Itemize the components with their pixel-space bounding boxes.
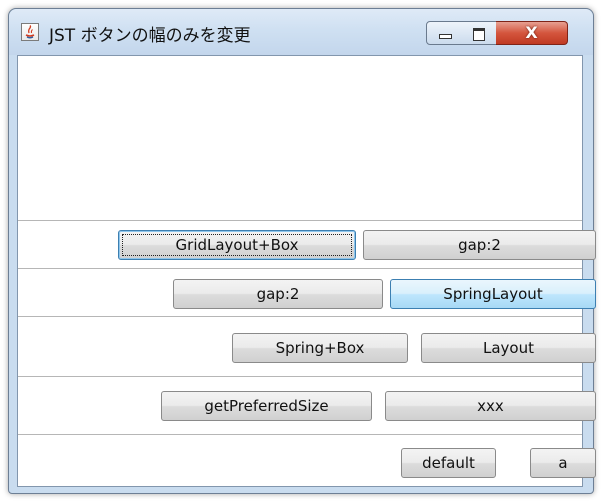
close-icon: X: [525, 23, 538, 42]
getpreferredsize-button[interactable]: getPreferredSize: [161, 391, 372, 421]
focus-indicator: [122, 234, 352, 256]
row-default: default a: [18, 434, 596, 487]
gap2-button[interactable]: gap:2: [363, 230, 596, 260]
springlayout-button[interactable]: SpringLayout: [390, 279, 596, 309]
content-pane: GridLayout+Box gap:2 gap:2 SpringLayout …: [17, 55, 596, 487]
gridlayout-box-button[interactable]: GridLayout+Box: [118, 230, 356, 260]
maximize-icon: [473, 28, 485, 41]
app-window: JST ボタンの幅のみを変更 X GridLayout+Box gap:2 ga…: [8, 8, 596, 494]
a-button[interactable]: a: [530, 448, 596, 478]
java-app-icon: [21, 23, 39, 41]
row-spring-box: Spring+Box Layout: [18, 316, 596, 377]
row-getpreferredsize: getPreferredSize xxx: [18, 376, 596, 435]
empty-panel: [18, 56, 582, 220]
spring-box-button[interactable]: Spring+Box: [232, 333, 408, 363]
minimize-button[interactable]: [426, 21, 462, 45]
gap2-button-2[interactable]: gap:2: [173, 279, 383, 309]
minimize-icon: [439, 34, 452, 39]
window-title: JST ボタンの幅のみを変更: [49, 26, 251, 46]
row-gridlayout-box: GridLayout+Box gap:2: [18, 220, 596, 269]
row-springlayout: gap:2 SpringLayout: [18, 268, 596, 317]
layout-button[interactable]: Layout: [421, 333, 596, 363]
maximize-button[interactable]: [461, 21, 497, 45]
xxx-button[interactable]: xxx: [385, 391, 596, 421]
close-button[interactable]: X: [496, 21, 568, 45]
default-button[interactable]: default: [401, 448, 496, 478]
title-bar[interactable]: JST ボタンの幅のみを変更 X: [9, 9, 593, 55]
